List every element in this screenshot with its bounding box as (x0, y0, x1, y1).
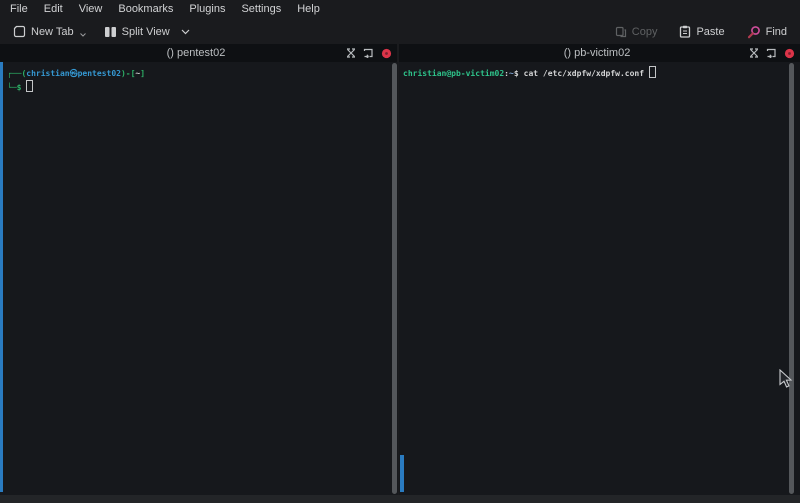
menu-bar: File Edit View Bookmarks Plugins Setting… (0, 0, 800, 19)
menu-settings[interactable]: Settings (233, 0, 289, 19)
split-view-label: Split View (122, 26, 170, 38)
prompt-symbol: $ (514, 69, 519, 78)
menu-bookmarks[interactable]: Bookmarks (110, 0, 181, 19)
prompt-user-host: christian㉿pentest02 (26, 69, 121, 78)
copy-icon (615, 26, 627, 38)
find-icon (747, 25, 761, 39)
new-tab-label: New Tab (31, 26, 74, 38)
new-tab-button[interactable]: New Tab (8, 23, 91, 40)
copy-button[interactable]: Copy (610, 24, 663, 40)
split-view-icon (104, 26, 117, 38)
konsole-window: File Edit View Bookmarks Plugins Setting… (0, 0, 800, 503)
prompt-frame-mid: )-[ (121, 69, 135, 78)
prompt-line: christian@pb-victim02:~$cat /etc/xdpfw/x… (403, 66, 792, 80)
left-pane-header[interactable]: () pentest02 (0, 44, 397, 62)
maximize-view-button[interactable] (749, 48, 759, 58)
close-view-button[interactable] (784, 48, 795, 59)
left-terminal-output: ┌──(christian㉿pentest02)-[~] └─$ (0, 62, 390, 495)
menu-view[interactable]: View (71, 0, 111, 19)
split-view-button[interactable]: Split View (99, 24, 195, 40)
right-terminal-output: christian@pb-victim02:~$cat /etc/xdpfw/x… (399, 62, 792, 495)
window-bottom-edge (0, 495, 800, 503)
new-tab-dropdown-icon (80, 33, 86, 37)
paste-label: Paste (696, 26, 724, 38)
mouse-pointer-icon (779, 369, 793, 394)
terminal-cursor (649, 66, 656, 78)
find-label: Find (766, 26, 787, 38)
left-pane-header-icons (346, 48, 397, 59)
maximize-view-button[interactable] (346, 48, 356, 58)
left-pane-title: () pentest02 (0, 47, 346, 59)
find-button[interactable]: Find (742, 23, 792, 41)
new-tab-icon (13, 25, 26, 38)
menu-edit[interactable]: Edit (36, 0, 71, 19)
prompt-user-host: christian@pb-victim02 (403, 69, 504, 78)
right-pane-title: () pb-victim02 (399, 47, 749, 59)
paste-icon (679, 25, 691, 38)
split-headers: () pentest02 () pb-victim02 (0, 44, 800, 62)
prompt-symbol: └─$ (7, 83, 21, 92)
command-text: cat /etc/xdpfw/xdpfw.conf (524, 69, 644, 78)
right-pane-scrollbar[interactable] (789, 63, 794, 494)
toolbar: New Tab Split View Copy Paste (0, 19, 800, 44)
prompt-frame-close: ] (140, 69, 145, 78)
left-pane-scrollbar[interactable] (392, 63, 397, 494)
split-view-chevron-icon (181, 29, 190, 35)
detach-view-button[interactable] (766, 48, 777, 58)
terminal-split-area: ┌──(christian㉿pentest02)-[~] └─$ christi… (0, 62, 800, 495)
detach-view-button[interactable] (363, 48, 374, 58)
right-pane-header[interactable]: () pb-victim02 (399, 44, 800, 62)
menu-help[interactable]: Help (289, 0, 328, 19)
left-terminal-pane[interactable]: ┌──(christian㉿pentest02)-[~] └─$ (0, 62, 398, 495)
prompt-line-2: └─$ (7, 80, 390, 94)
paste-button[interactable]: Paste (674, 23, 729, 40)
right-pane-header-icons (749, 48, 800, 59)
terminal-cursor (26, 80, 33, 92)
right-terminal-pane[interactable]: christian@pb-victim02:~$cat /etc/xdpfw/x… (399, 62, 800, 495)
menu-plugins[interactable]: Plugins (181, 0, 233, 19)
prompt-line-1: ┌──(christian㉿pentest02)-[~] (7, 68, 390, 80)
copy-label: Copy (632, 26, 658, 38)
close-view-button[interactable] (381, 48, 392, 59)
prompt-frame-open: ┌──( (7, 69, 26, 78)
menu-file[interactable]: File (2, 0, 36, 19)
